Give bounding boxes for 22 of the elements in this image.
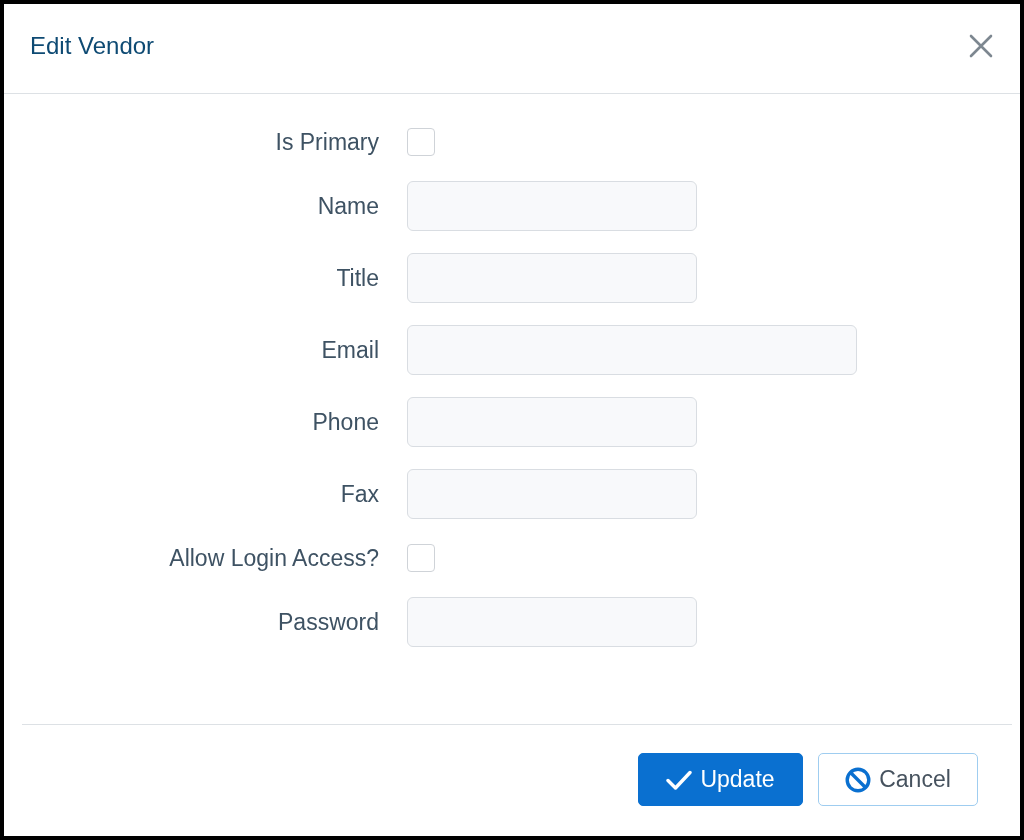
field-label: Phone — [312, 408, 379, 436]
text-field[interactable] — [407, 397, 697, 447]
update-button[interactable]: Update — [638, 753, 803, 806]
text-field[interactable] — [407, 181, 697, 231]
text-field[interactable] — [407, 597, 697, 647]
field-label: Title — [336, 264, 379, 292]
field-label: Fax — [340, 480, 379, 508]
field-label: Is Primary — [275, 128, 379, 156]
close-icon — [969, 33, 993, 58]
field-label: Email — [321, 336, 379, 364]
ban-icon — [845, 766, 872, 793]
text-field[interactable] — [407, 325, 857, 375]
field-label: Password — [278, 608, 379, 636]
checkbox[interactable] — [407, 544, 435, 572]
text-field[interactable] — [407, 253, 697, 303]
checkbox[interactable] — [407, 128, 435, 156]
close-button[interactable] — [968, 32, 994, 59]
field-label: Allow Login Access? — [169, 544, 379, 572]
cancel-button[interactable]: Cancel — [818, 753, 978, 806]
text-field[interactable] — [407, 469, 697, 519]
field-label: Name — [317, 192, 379, 220]
dialog-title: Edit Vendor — [30, 31, 155, 60]
